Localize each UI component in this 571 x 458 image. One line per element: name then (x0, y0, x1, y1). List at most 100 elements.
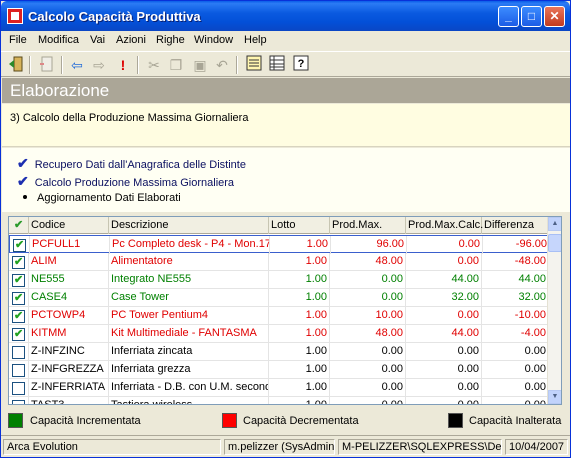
cell-prodmaxcalc[interactable]: 0.00 (406, 253, 482, 271)
cell-prodmaxcalc[interactable]: 0.00 (406, 397, 482, 404)
cell-differenza[interactable]: -10.00 (482, 307, 549, 325)
column-header-differenza[interactable]: Differenza (482, 217, 549, 234)
row-checkbox[interactable] (12, 346, 25, 359)
table-icon[interactable] (267, 55, 287, 75)
table-row[interactable]: ALIMAlimentatore1.0048.000.00-48.00 (9, 253, 549, 271)
column-header-codice[interactable]: Codice (29, 217, 109, 234)
cell-codice[interactable]: Z-INFERRIATA (29, 379, 109, 397)
cell-codice[interactable]: KITMM (29, 325, 109, 343)
cell-differenza[interactable]: -96.00 (483, 236, 550, 254)
cell-prodmax[interactable]: 0.00 (330, 361, 406, 379)
close-button[interactable]: ✕ (544, 6, 565, 27)
undo-icon[interactable]: ↶ (212, 55, 232, 75)
scroll-down-icon[interactable]: ▼ (548, 390, 561, 404)
cell-descrizione[interactable]: Integrato NE555 (109, 271, 269, 289)
cell-prodmax[interactable]: 0.00 (330, 271, 406, 289)
cell-prodmaxcalc[interactable]: 44.00 (406, 271, 482, 289)
cell-differenza[interactable]: 0.00 (482, 379, 549, 397)
check-column-header[interactable]: ✔ (9, 217, 29, 234)
cell-differenza[interactable]: 44.00 (482, 271, 549, 289)
exclamation-icon[interactable]: ! (113, 55, 133, 75)
column-header-lotto[interactable]: Lotto (269, 217, 330, 234)
cell-lotto[interactable]: 1.00 (269, 325, 330, 343)
forward-arrow-icon[interactable]: ⇨ (89, 55, 109, 75)
column-header-descrizione[interactable]: Descrizione (109, 217, 269, 234)
menu-help[interactable]: Help (244, 34, 267, 46)
capacity-grid[interactable]: ✔ Codice Descrizione Lotto Prod.Max. Pro… (8, 216, 562, 405)
menu-vai[interactable]: Vai (90, 34, 105, 46)
cell-codice[interactable]: Z-INFGREZZA (29, 361, 109, 379)
cell-prodmaxcalc[interactable]: 0.00 (406, 379, 482, 397)
table-row[interactable]: Z-INFGREZZA Inferriata grezza 1.00 0.00 0.00… (9, 361, 549, 379)
cell-codice[interactable]: CASE4 (29, 289, 109, 307)
cell-descrizione[interactable]: Pc Completo desk - P4 - Mon.17" (110, 236, 270, 254)
table-row[interactable]: KITMMKit Multimediale - FANTASMA1.0048.0… (9, 325, 549, 343)
cell-differenza[interactable]: 0.00 (482, 343, 549, 361)
cell-differenza[interactable]: 0.00 (482, 397, 549, 404)
row-checkbox[interactable] (12, 272, 25, 289)
row-checkbox[interactable] (13, 237, 26, 254)
cell-prodmax[interactable]: 48.00 (330, 325, 406, 343)
cell-descrizione[interactable]: Inferriata zincata (109, 343, 269, 361)
cell-descrizione[interactable]: Alimentatore (109, 253, 269, 271)
menu-righe[interactable]: Righe (156, 34, 185, 46)
maximize-button[interactable]: □ (521, 6, 542, 27)
menu-file[interactable]: File (9, 34, 27, 46)
cell-differenza[interactable]: -4.00 (482, 325, 549, 343)
scroll-up-icon[interactable]: ▲ (548, 217, 561, 231)
table-row[interactable]: TAST3 Tastiera wireless 1.00 0.00 0.00 0.00 (9, 397, 549, 404)
cut-icon[interactable]: ✂ (144, 55, 164, 75)
cell-differenza[interactable]: 32.00 (482, 289, 549, 307)
cell-descrizione[interactable]: Tastiera wireless (109, 397, 269, 404)
column-header-prodmaxcalc[interactable]: Prod.Max.Calc. (406, 217, 483, 234)
cell-prodmax[interactable]: 0.00 (330, 397, 406, 404)
menu-modifica[interactable]: Modifica (38, 34, 79, 46)
vertical-scrollbar[interactable]: ▲ ▼ (547, 217, 561, 404)
cell-codice[interactable]: PCTOWP4 (29, 307, 109, 325)
cell-differenza[interactable]: 0.00 (482, 361, 549, 379)
cell-lotto[interactable]: 1.00 (269, 361, 330, 379)
row-checkbox[interactable] (12, 364, 25, 377)
cell-codice[interactable]: PCFULL1 (30, 236, 110, 254)
cell-codice[interactable]: NE555 (29, 271, 109, 289)
column-header-prodmax[interactable]: Prod.Max. (330, 217, 406, 234)
menu-window[interactable]: Window (194, 34, 233, 46)
cell-lotto[interactable]: 1.00 (269, 253, 330, 271)
cell-lotto[interactable]: 1.00 (269, 379, 330, 397)
cell-prodmax[interactable]: 10.00 (330, 307, 406, 325)
help-icon[interactable]: ? (291, 55, 311, 75)
cell-lotto[interactable]: 1.00 (269, 343, 330, 361)
list-icon[interactable] (244, 55, 264, 75)
scroll-thumb[interactable] (548, 234, 561, 252)
exit-icon[interactable] (6, 55, 26, 75)
cell-codice[interactable]: TAST3 (29, 397, 109, 404)
row-checkbox[interactable] (12, 382, 25, 395)
cell-lotto[interactable]: 1.00 (269, 307, 330, 325)
cell-prodmaxcalc[interactable]: 44.00 (406, 325, 482, 343)
row-checkbox[interactable] (12, 254, 25, 271)
cell-lotto[interactable]: 1.00 (270, 236, 331, 254)
cell-prodmaxcalc[interactable]: 0.00 (406, 361, 482, 379)
cell-codice[interactable]: Z-INFZINC (29, 343, 109, 361)
cell-lotto[interactable]: 1.00 (269, 397, 330, 404)
row-checkbox[interactable] (12, 308, 25, 325)
cell-lotto[interactable]: 1.00 (269, 271, 330, 289)
cell-prodmaxcalc[interactable]: 0.00 (407, 236, 483, 254)
menu-azioni[interactable]: Azioni (116, 34, 146, 46)
table-row[interactable]: PCTOWP4PC Tower Pentium41.0010.000.00-10… (9, 307, 549, 325)
cell-descrizione[interactable]: Kit Multimediale - FANTASMA (109, 325, 269, 343)
cell-prodmaxcalc[interactable]: 0.00 (406, 307, 482, 325)
table-row[interactable]: CASE4Case Tower1.000.0032.0032.00 (9, 289, 549, 307)
row-checkbox[interactable] (12, 290, 25, 307)
table-row[interactable]: PCFULL1Pc Completo desk - P4 - Mon.17"1.… (9, 235, 550, 254)
row-checkbox[interactable] (12, 400, 25, 404)
title-bar[interactable]: Calcolo Capacità Produttiva _ □ ✕ (1, 1, 570, 31)
cell-prodmax[interactable]: 96.00 (331, 236, 407, 254)
cell-prodmaxcalc[interactable]: 32.00 (406, 289, 482, 307)
back-arrow-icon[interactable]: ⇦ (67, 55, 87, 75)
row-checkbox[interactable] (12, 326, 25, 343)
new-doc-icon[interactable] (37, 55, 57, 75)
cell-descrizione[interactable]: PC Tower Pentium4 (109, 307, 269, 325)
cell-prodmaxcalc[interactable]: 0.00 (406, 343, 482, 361)
cell-lotto[interactable]: 1.00 (269, 289, 330, 307)
